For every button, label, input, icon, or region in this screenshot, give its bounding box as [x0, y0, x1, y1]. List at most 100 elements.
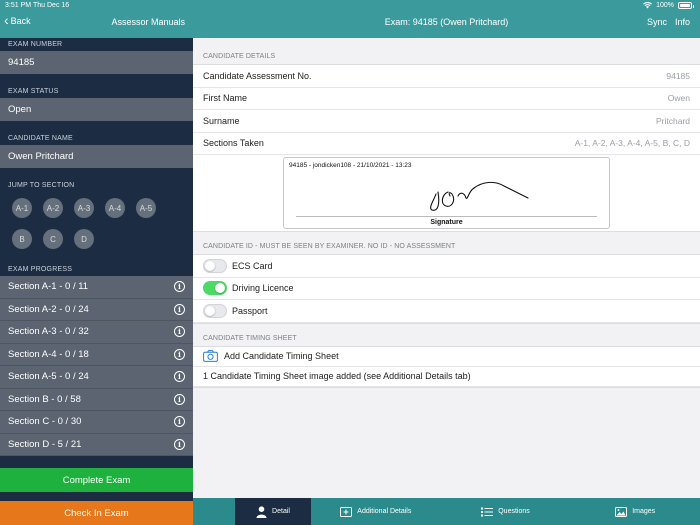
- timing-sheet-group: Add Candidate Timing Sheet 1 Candidate T…: [193, 345, 700, 388]
- signature-caption: 94185 - jondicken108 - 21/10/2021 - 13:2…: [289, 162, 412, 169]
- toggle-knob: [205, 305, 215, 316]
- detail-row-sections-taken: Sections Taken A-1, A-2, A-3, A-4, A-5, …: [193, 133, 700, 155]
- info-icon[interactable]: i: [174, 393, 185, 405]
- tab-label: Images: [632, 508, 656, 515]
- jump-a3-button[interactable]: A-3: [74, 198, 94, 218]
- progress-row-a3[interactable]: Section A-3 - 0 / 32 i: [0, 321, 193, 344]
- progress-row-a2[interactable]: Section A-2 - 0 / 24 i: [0, 298, 193, 321]
- candidate-details-group: Candidate Assessment No. 94185 First Nam…: [193, 64, 700, 232]
- complete-exam-button[interactable]: Complete Exam: [0, 468, 193, 492]
- detail-label: Candidate Assessment No.: [203, 70, 312, 81]
- info-icon[interactable]: i: [174, 438, 185, 450]
- progress-row-label: Section A-5 - 0 / 24: [8, 371, 89, 383]
- candidate-details-header: CANDIDATE DETAILS: [203, 53, 276, 60]
- progress-row-label: Section A-1 - 0 / 11: [8, 281, 89, 293]
- progress-row-a5[interactable]: Section A-5 - 0 / 24 i: [0, 366, 193, 389]
- progress-row-label: Section C - 0 / 30: [8, 416, 82, 428]
- id-option-label: ECS Card: [232, 260, 273, 271]
- id-option-passport[interactable]: Passport: [193, 300, 700, 323]
- tab-questions[interactable]: Questions: [441, 498, 571, 525]
- info-icon[interactable]: i: [174, 281, 185, 293]
- nav-actions: Sync Info: [647, 17, 690, 27]
- progress-list: Section A-1 - 0 / 11 i Section A-2 - 0 / …: [0, 276, 193, 456]
- info-icon[interactable]: i: [174, 348, 185, 360]
- id-option-label: Passport: [232, 305, 268, 316]
- info-icon[interactable]: i: [174, 416, 185, 428]
- candidate-id-header: CANDIDATE ID - MUST BE SEEN BY EXAMINER.…: [203, 243, 456, 250]
- tab-images[interactable]: Images: [570, 498, 700, 525]
- back-button[interactable]: ‹ Back: [4, 11, 31, 28]
- timing-sheet-header: CANDIDATE TIMING SHEET: [203, 334, 297, 342]
- battery-percent: 100%: [656, 2, 674, 9]
- detail-value: A-1, A-2, A-3, A-4, A-5, B, C, D: [574, 138, 690, 149]
- progress-row-d[interactable]: Section D - 5 / 21 i: [0, 433, 193, 456]
- driving-licence-toggle[interactable]: [203, 281, 227, 296]
- info-icon[interactable]: i: [174, 326, 185, 338]
- progress-row-label: Section D - 5 / 21: [8, 438, 82, 450]
- tab-bar: Detail Additional Details Questions Imag…: [193, 498, 700, 525]
- jump-row-2: B C D: [0, 229, 193, 249]
- progress-row-label: Section A-4 - 0 / 18: [8, 348, 89, 360]
- signature-area: 94185 - jondicken108 - 21/10/2021 - 13:2…: [193, 155, 700, 231]
- status-time: 3:51 PM: [5, 2, 32, 9]
- signature-line: [296, 216, 597, 217]
- signature-label: Signature: [430, 219, 463, 226]
- jump-c-button[interactable]: C: [43, 229, 63, 249]
- id-option-ecs-card[interactable]: ECS Card: [193, 255, 700, 278]
- tab-additional-details[interactable]: Additional Details: [311, 498, 441, 525]
- tab-label: Additional Details: [357, 508, 412, 515]
- ecs-card-toggle[interactable]: [203, 258, 227, 273]
- id-option-label: Driving Licence: [232, 283, 294, 294]
- progress-row-a4[interactable]: Section A-4 - 0 / 18 i: [0, 343, 193, 366]
- tab-label: Detail: [272, 508, 290, 515]
- jump-a2-button[interactable]: A-2: [43, 198, 63, 218]
- exam-status-label: EXAM STATUS: [8, 88, 59, 95]
- list-icon: [481, 507, 494, 516]
- jump-a1-button[interactable]: A-1: [12, 198, 32, 218]
- add-timing-sheet-button[interactable]: Add Candidate Timing Sheet: [193, 347, 700, 367]
- progress-row-b[interactable]: Section B - 0 / 58 i: [0, 388, 193, 411]
- progress-row-label: Section A-2 - 0 / 24: [8, 303, 89, 315]
- info-icon[interactable]: i: [174, 371, 185, 383]
- jump-a4-button[interactable]: A-4: [105, 198, 125, 218]
- detail-row-first-name: First Name Owen: [193, 88, 700, 110]
- jump-d-button[interactable]: D: [74, 229, 94, 249]
- info-icon[interactable]: i: [174, 303, 185, 315]
- sidebar: ‹ Back Assessor Manuals EXAM NUMBER 9418…: [0, 0, 193, 525]
- info-button[interactable]: Info: [675, 17, 690, 27]
- progress-row-c[interactable]: Section C - 0 / 30 i: [0, 411, 193, 434]
- exam-status-value: Open: [0, 98, 193, 121]
- exam-progress-label: EXAM PROGRESS: [8, 266, 73, 273]
- exam-number-value: 94185: [0, 51, 193, 74]
- chevron-left-icon: ‹: [4, 11, 9, 28]
- detail-value: Owen: [667, 93, 690, 104]
- status-right: 100%: [643, 2, 694, 9]
- passport-toggle[interactable]: [203, 303, 227, 318]
- sync-button[interactable]: Sync: [647, 17, 667, 27]
- detail-value: Pritchard: [655, 115, 690, 126]
- progress-row-label: Section A-3 - 0 / 32: [8, 326, 89, 338]
- sidebar-title: Assessor Manuals: [111, 17, 185, 27]
- person-icon: [256, 505, 267, 518]
- battery-icon: [678, 2, 694, 9]
- exam-number-label: EXAM NUMBER: [8, 41, 63, 48]
- jump-a5-button[interactable]: A-5: [136, 198, 156, 218]
- id-option-driving-licence[interactable]: Driving Licence: [193, 278, 700, 300]
- page-title: Exam: 94185 (Owen Pritchard): [384, 17, 509, 27]
- jump-to-section-label: JUMP TO SECTION: [8, 182, 75, 189]
- candidate-name-label: CANDIDATE NAME: [8, 135, 73, 142]
- jump-row-1: A-1 A-2 A-3 A-4 A-5: [0, 198, 193, 218]
- jump-b-button[interactable]: B: [12, 229, 32, 249]
- toggle-knob: [205, 260, 215, 271]
- check-in-exam-button[interactable]: Check In Exam: [0, 501, 193, 525]
- image-icon: [615, 506, 628, 517]
- status-bar: 3:51 PM Thu Dec 16 100%: [0, 0, 700, 12]
- detail-value: 94185: [666, 70, 690, 81]
- timing-note: 1 Candidate Timing Sheet image added (se…: [203, 371, 471, 381]
- progress-row-label: Section B - 0 / 58: [8, 393, 81, 405]
- signature-box[interactable]: 94185 - jondicken108 - 21/10/2021 - 13:2…: [283, 157, 610, 229]
- candidate-id-group: ECS Card Driving Licence Passport: [193, 254, 700, 324]
- progress-row-a1[interactable]: Section A-1 - 0 / 11 i: [0, 276, 193, 299]
- tab-detail[interactable]: Detail: [235, 498, 311, 525]
- add-timing-label: Add Candidate Timing Sheet: [224, 351, 339, 361]
